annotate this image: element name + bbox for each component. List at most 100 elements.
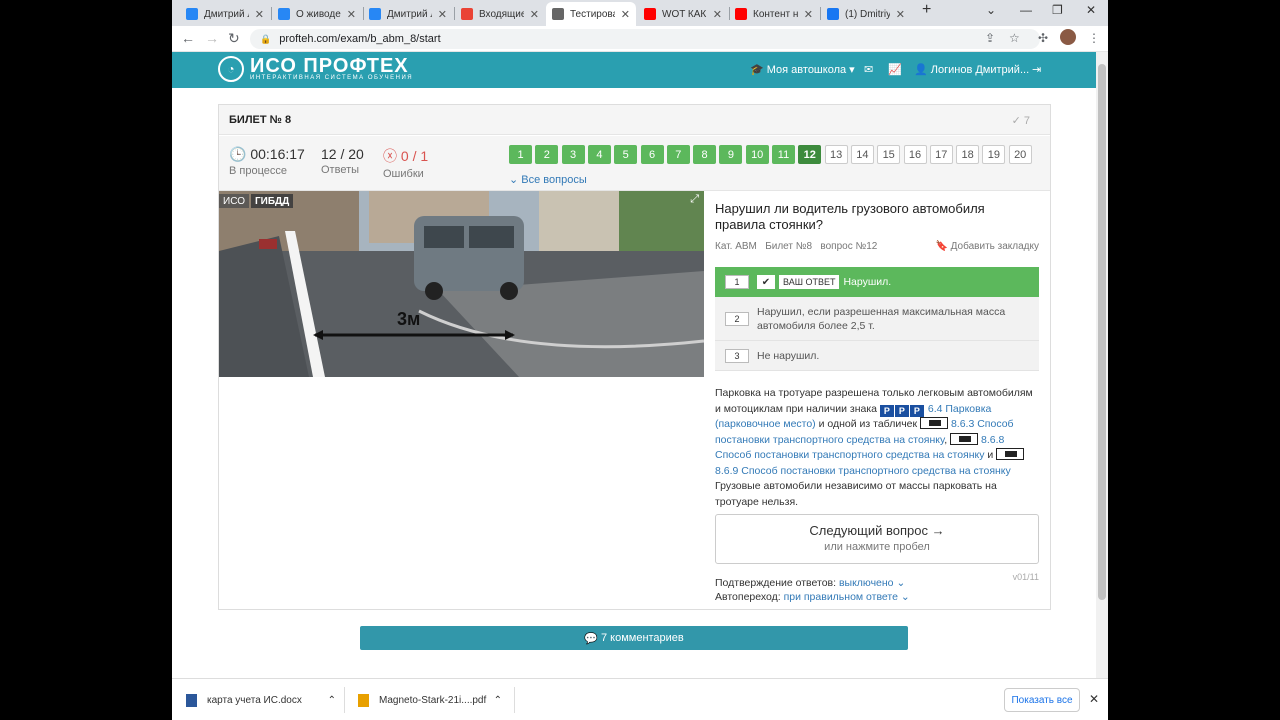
show-all-downloads-button[interactable]: Показать все [1004, 688, 1080, 712]
page-scrollbar[interactable] [1096, 52, 1108, 678]
question-nav-4[interactable]: 4 [587, 145, 611, 164]
question-nav-7[interactable]: 7 [666, 145, 690, 164]
question-nav-13[interactable]: 13 [824, 145, 848, 164]
extensions-icon[interactable]: ✣ [1038, 31, 1048, 45]
download-item-pdf[interactable]: Magneto-Stark-21i....pdf ⌃ [358, 687, 502, 713]
browser-tab[interactable]: (1) Dmitriy ✕ [821, 2, 911, 26]
tab-title: Дмитрий Л [204, 8, 249, 20]
back-icon[interactable]: ← [181, 30, 195, 46]
browser-window: Дмитрий Л✕О живодер✕Дмитрий Л✕Входящие✕Т… [172, 0, 1108, 720]
close-window-button[interactable]: ✕ [1086, 3, 1096, 17]
timer-label: В процессе [229, 165, 287, 177]
lock-icon: 🔒 [260, 33, 272, 44]
logout-icon[interactable]: ⇥ [1032, 63, 1041, 76]
question-nav-10[interactable]: 10 [745, 145, 769, 164]
youtube-icon [644, 8, 656, 20]
tab-search-icon[interactable]: ⌄ [986, 3, 996, 17]
auto-label: Автопереход: [715, 591, 781, 603]
explanation-text: и одной из табличек [815, 418, 921, 430]
profile-avatar[interactable] [1060, 29, 1076, 45]
question-meta: Кат. ABM Билет №8 вопрос №12 [715, 241, 878, 252]
download-item-docx[interactable]: карта учета ИС.docx ⌃ [186, 687, 336, 713]
minimize-button[interactable]: — [1020, 3, 1032, 17]
answer-option-2[interactable]: 2 Нарушил, если разрешенная максимальная… [715, 297, 1039, 341]
browser-tab[interactable]: Тестирова ✕ [546, 2, 636, 26]
browser-tab[interactable]: Входящие ✕ [455, 2, 545, 26]
question-nav-17[interactable]: 17 [929, 145, 953, 164]
tab-title: Дмитрий Л [387, 8, 432, 20]
bookmark-star-icon[interactable]: ☆ [1009, 31, 1020, 45]
question-nav-11[interactable]: 11 [772, 145, 795, 164]
close-tab-icon[interactable]: ✕ [896, 8, 905, 21]
close-tab-icon[interactable]: ✕ [347, 8, 356, 21]
reload-icon[interactable]: ↻ [228, 30, 240, 47]
user-menu[interactable]: 👤 Логинов Дмитрий... [914, 63, 1029, 76]
expand-icon[interactable]: ⤢ [690, 193, 699, 206]
question-nav-12[interactable]: 12 [798, 145, 822, 164]
chevron-up-icon[interactable]: ⌃ [494, 695, 502, 706]
close-tab-icon[interactable]: ✕ [438, 8, 447, 21]
all-questions-toggle[interactable]: ⌄ Все вопросы [509, 173, 587, 186]
forward-icon[interactable]: → [205, 30, 219, 46]
share-icon[interactable]: ⇪ [985, 31, 995, 45]
confirm-value-dropdown[interactable]: выключено [839, 577, 894, 589]
question-nav-2[interactable]: 2 [535, 145, 559, 164]
answer-option-3[interactable]: 3 Не нарушил. [715, 341, 1039, 371]
browser-tab[interactable]: Контент на ✕ [729, 2, 819, 26]
stats-chart-icon[interactable]: 📈 [888, 63, 902, 76]
question-nav-3[interactable]: 3 [561, 145, 585, 164]
question-nav-16[interactable]: 16 [903, 145, 927, 164]
browser-tab[interactable]: Дмитрий Л ✕ [363, 2, 453, 26]
close-tab-icon[interactable]: ✕ [804, 8, 813, 21]
mail-icon[interactable]: ✉ [864, 63, 873, 76]
answer-option-1[interactable]: 1 ✔ ВАШ ОТВЕТ Нарушил. [715, 267, 1039, 297]
browser-tab[interactable]: О живодер ✕ [272, 2, 362, 26]
answers-label: Ответы [321, 164, 360, 176]
question-nav-1[interactable]: 1 [509, 145, 532, 164]
pdf-file-icon [358, 693, 369, 707]
question-nav-8[interactable]: 8 [693, 145, 717, 164]
answer-text: Не нарушил. [757, 349, 820, 362]
errors-value: 0 / 1 [400, 148, 429, 164]
chevron-up-icon[interactable]: ⌃ [328, 695, 336, 706]
question-nav-20[interactable]: 20 [1008, 145, 1032, 164]
check-icon: ✔ [757, 275, 775, 289]
facebook-icon [827, 8, 839, 20]
question-nav-5[interactable]: 5 [614, 145, 638, 164]
error-circle-icon: ⓧ [383, 148, 397, 164]
my-school-menu[interactable]: 🎓 Моя автошкола ▾ [750, 63, 855, 76]
close-tab-icon[interactable]: ✕ [713, 8, 722, 21]
question-nav-19[interactable]: 19 [982, 145, 1006, 164]
site-logo[interactable]: ◔ ИСО ПРОФТЕХ ИНТЕРАКТИВНАЯ СИСТЕМА ОБУЧ… [218, 56, 413, 82]
bookmark-icon: 🔖 [935, 241, 948, 252]
plate-8-6-9-link[interactable]: 8.6.9 Способ постановки транспортного ср… [715, 465, 1011, 477]
close-tab-icon[interactable]: ✕ [255, 8, 264, 21]
answers-counter: 12 / 20 Ответы [321, 146, 364, 176]
graduation-cap-icon: 🎓 [750, 64, 764, 76]
close-download-bar-icon[interactable]: ✕ [1089, 692, 1099, 706]
auto-value-dropdown[interactable]: при правильном ответе [784, 591, 898, 603]
maximize-button[interactable]: ❐ [1052, 3, 1063, 17]
close-tab-icon[interactable]: ✕ [530, 8, 539, 21]
question-nav-9[interactable]: 9 [719, 145, 743, 164]
scrollbar-thumb[interactable] [1098, 64, 1106, 600]
next-question-button[interactable]: Следующий вопрос → или нажмите пробел [715, 514, 1039, 564]
close-tab-icon[interactable]: ✕ [621, 8, 630, 21]
plate-sign-icon [950, 432, 979, 445]
question-nav-15[interactable]: 15 [877, 145, 901, 164]
exam-panel: БИЛЕТ № 8 ✓ 7 🕒 00:16:17 В процессе 12 /… [218, 104, 1051, 610]
browser-tab[interactable]: Дмитрий Л ✕ [180, 2, 270, 26]
browser-menu-icon[interactable]: ⋮ [1088, 31, 1100, 45]
comments-button[interactable]: 💬 7 комментариев [360, 626, 908, 650]
question-nav-14[interactable]: 14 [850, 145, 874, 164]
chevron-down-icon: ⌄ [896, 577, 906, 589]
question-nav-6[interactable]: 6 [640, 145, 664, 164]
add-bookmark-link[interactable]: 🔖 Добавить закладку [935, 241, 1039, 252]
new-tab-button[interactable]: + [922, 1, 931, 19]
question-nav-18[interactable]: 18 [956, 145, 980, 164]
vk-icon [186, 8, 198, 20]
exam-stats: 🕒 00:16:17 В процессе 12 / 20 Ответы ⓧ 0… [219, 136, 1050, 191]
browser-tab[interactable]: WOT КАК Б ✕ [638, 2, 728, 26]
timer: 🕒 00:16:17 В процессе [229, 146, 305, 177]
address-bar[interactable]: 🔒 profteh.com/exam/b_abm_8/start [250, 29, 1040, 49]
